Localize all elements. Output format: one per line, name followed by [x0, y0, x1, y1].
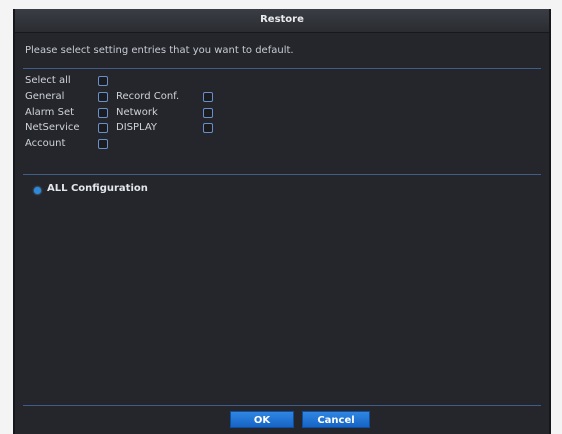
- select-all-label: Select all: [25, 75, 71, 86]
- network-label: Network: [116, 107, 158, 118]
- all-configuration-radio[interactable]: [34, 187, 41, 194]
- netservice-label: NetService: [25, 122, 80, 133]
- account-label: Account: [25, 138, 66, 149]
- display-checkbox[interactable]: [203, 123, 213, 133]
- display-label: DISPLAY: [116, 122, 158, 133]
- divider-middle: [23, 174, 541, 175]
- dialog-titlebar: Restore: [15, 9, 549, 33]
- network-checkbox[interactable]: [203, 108, 213, 118]
- record-conf-label: Record Conf.: [116, 91, 180, 102]
- divider-bottom: [23, 405, 541, 406]
- cancel-button[interactable]: Cancel: [302, 411, 370, 428]
- all-configuration-label: ALL Configuration: [47, 183, 148, 194]
- general-checkbox[interactable]: [98, 92, 108, 102]
- alarm-set-label: Alarm Set: [25, 107, 75, 118]
- divider-top: [23, 68, 541, 69]
- ok-button[interactable]: OK: [230, 411, 294, 428]
- account-checkbox[interactable]: [98, 139, 108, 149]
- alarm-set-checkbox[interactable]: [98, 108, 108, 118]
- general-label: General: [25, 91, 65, 102]
- record-conf-checkbox[interactable]: [203, 92, 213, 102]
- screen-frame: Restore Please select setting entries th…: [0, 0, 562, 434]
- dialog-title: Restore: [260, 14, 304, 25]
- instruction-text: Please select setting entries that you w…: [25, 45, 294, 56]
- select-all-checkbox[interactable]: [98, 76, 108, 86]
- restore-dialog: Restore Please select setting entries th…: [13, 9, 551, 434]
- netservice-checkbox[interactable]: [98, 123, 108, 133]
